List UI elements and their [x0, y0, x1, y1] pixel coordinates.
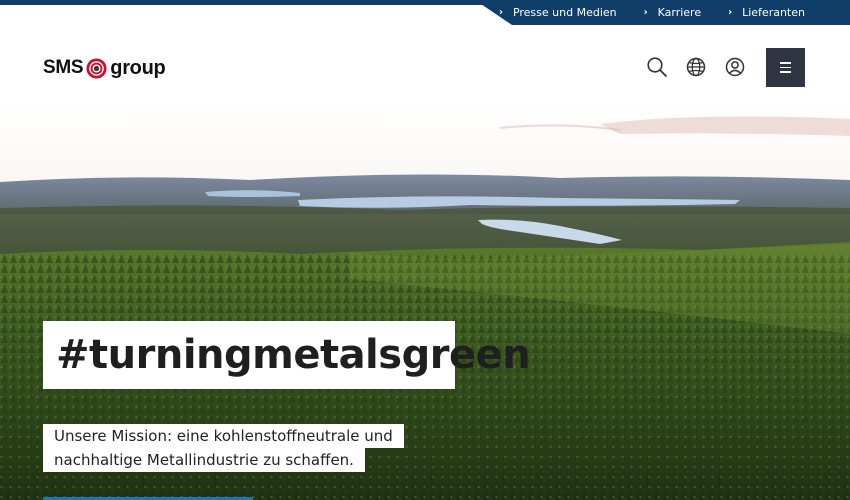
language-button[interactable] — [685, 56, 707, 78]
hero-headline-box: #turningmetalsgreen — [43, 321, 531, 389]
chevron-right-icon: › — [643, 7, 648, 18]
sms-group-logo[interactable]: SMS group — [43, 56, 166, 80]
search-icon — [647, 57, 667, 77]
logo-text-group: group — [110, 56, 166, 79]
hero-mission-text: Unsere Mission: eine kohlenstoffneutrale… — [43, 424, 404, 472]
chevron-right-icon: › — [498, 7, 504, 18]
menu-button[interactable] — [766, 48, 805, 87]
globe-icon — [686, 57, 706, 77]
logo-text-sms: SMS — [43, 57, 84, 78]
sms-logo-mark-icon — [86, 57, 107, 79]
account-button[interactable] — [724, 56, 746, 78]
utility-nav: › Presse und Medien › Karriere › Liefera… — [475, 0, 850, 25]
mission-line-1: Unsere Mission: eine kohlenstoffneutrale… — [43, 424, 404, 448]
user-icon — [725, 57, 745, 77]
mission-line-2: nachhaltige Metallindustrie zu schaffen. — [43, 448, 365, 472]
menu-icon — [780, 62, 791, 64]
chevron-right-icon: › — [728, 7, 733, 18]
utility-link-label: Lieferanten — [742, 6, 805, 19]
search-button[interactable] — [646, 56, 668, 78]
utility-link-press[interactable]: › Presse und Medien — [499, 6, 617, 19]
utility-link-label: Karriere — [657, 6, 702, 19]
hero-headline: #turningmetalsgreen — [56, 332, 531, 378]
utility-link-label: Presse und Medien — [512, 6, 617, 19]
utility-link-careers[interactable]: › Karriere — [644, 6, 701, 19]
utility-link-suppliers[interactable]: › Lieferanten — [728, 6, 805, 19]
